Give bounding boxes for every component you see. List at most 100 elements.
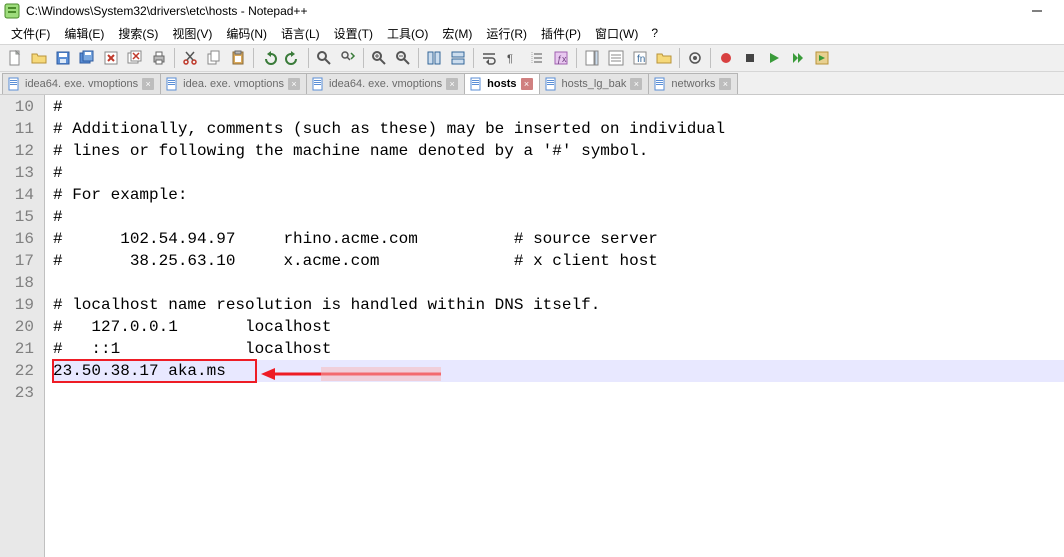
tab-close-icon[interactable]: × xyxy=(521,78,533,90)
toolbar-separator xyxy=(174,48,175,68)
copy-button[interactable] xyxy=(203,47,225,69)
code-line[interactable]: # For example: xyxy=(53,184,1064,206)
menu-macro[interactable]: 宏(M) xyxy=(435,25,479,42)
print-button[interactable] xyxy=(148,47,170,69)
menu-search[interactable]: 搜索(S) xyxy=(111,25,165,42)
file-tab[interactable]: hosts_lg_bak× xyxy=(539,73,650,94)
cut-button[interactable] xyxy=(179,47,201,69)
code-line[interactable]: # xyxy=(53,206,1064,228)
code-line[interactable] xyxy=(53,382,1064,404)
tabbar: idea64. exe. vmoptions×idea. exe. vmopti… xyxy=(0,72,1064,95)
monitor-button[interactable] xyxy=(684,47,706,69)
line-number: 13 xyxy=(0,162,34,184)
save-macro-button[interactable] xyxy=(811,47,833,69)
sync-h-button[interactable] xyxy=(447,47,469,69)
lang-user-button[interactable]: ƒx xyxy=(550,47,572,69)
code-line[interactable]: # Additionally, comments (such as these)… xyxy=(53,118,1064,140)
menu-run[interactable]: 运行(R) xyxy=(479,25,534,42)
all-chars-button[interactable]: ¶ xyxy=(502,47,524,69)
sync-v-button[interactable] xyxy=(423,47,445,69)
line-number: 14 xyxy=(0,184,34,206)
func-list-button[interactable]: fn xyxy=(629,47,651,69)
replace-button[interactable] xyxy=(337,47,359,69)
code-line[interactable]: # xyxy=(53,96,1064,118)
code-line[interactable]: # xyxy=(53,162,1064,184)
menubar: 文件(F) 编辑(E) 搜索(S) 视图(V) 编码(N) 语言(L) 设置(T… xyxy=(0,22,1064,44)
tab-label: idea64. exe. vmoptions xyxy=(25,78,138,90)
save-all-button[interactable] xyxy=(76,47,98,69)
line-number: 17 xyxy=(0,250,34,272)
open-file-button[interactable] xyxy=(28,47,50,69)
file-tab[interactable]: idea64. exe. vmoptions × xyxy=(2,73,161,94)
tab-close-icon[interactable]: × xyxy=(719,78,731,90)
code-line[interactable]: # localhost name resolution is handled w… xyxy=(53,294,1064,316)
tab-close-icon[interactable]: × xyxy=(630,78,642,90)
doc-map-button[interactable] xyxy=(581,47,603,69)
minimize-button[interactable] xyxy=(1014,0,1060,22)
file-tab[interactable]: idea64. exe. vmoptions× xyxy=(306,73,465,94)
tab-close-icon[interactable]: × xyxy=(288,78,300,90)
menu-help[interactable]: ? xyxy=(645,26,664,40)
doc-list-button[interactable] xyxy=(605,47,627,69)
menu-settings[interactable]: 设置(T) xyxy=(327,25,380,42)
zoom-out-button[interactable] xyxy=(392,47,414,69)
menu-encoding[interactable]: 编码(N) xyxy=(219,25,274,42)
code-line[interactable] xyxy=(53,272,1064,294)
line-number: 18 xyxy=(0,272,34,294)
app-icon xyxy=(4,3,20,19)
file-icon xyxy=(7,77,21,91)
indent-guide-button[interactable] xyxy=(526,47,548,69)
stop-macro-button[interactable] xyxy=(739,47,761,69)
code-line[interactable]: # ::1 localhost xyxy=(53,338,1064,360)
code-line[interactable]: 23.50.38.17 aka.ms xyxy=(53,360,1064,382)
line-number: 10 xyxy=(0,96,34,118)
code-line[interactable]: # 102.54.94.97 rhino.acme.com # source s… xyxy=(53,228,1064,250)
play-macro-button[interactable] xyxy=(763,47,785,69)
undo-button[interactable] xyxy=(258,47,280,69)
new-file-button[interactable] xyxy=(4,47,26,69)
titlebar: C:\Windows\System32\drivers\etc\hosts - … xyxy=(0,0,1064,22)
folder-button[interactable] xyxy=(653,47,675,69)
tab-label: hosts_lg_bak xyxy=(562,78,627,90)
code-line[interactable]: # lines or following the machine name de… xyxy=(53,140,1064,162)
menu-edit[interactable]: 编辑(E) xyxy=(57,25,111,42)
menu-language[interactable]: 语言(L) xyxy=(274,25,327,42)
play-multi-button[interactable] xyxy=(787,47,809,69)
code-line[interactable]: # 127.0.0.1 localhost xyxy=(53,316,1064,338)
close-all-button[interactable] xyxy=(124,47,146,69)
svg-text:¶: ¶ xyxy=(507,53,513,65)
toolbar-separator xyxy=(679,48,680,68)
line-number-gutter: 1011121314151617181920212223 xyxy=(0,95,45,557)
menu-tools[interactable]: 工具(O) xyxy=(380,25,435,42)
close-button[interactable] xyxy=(100,47,122,69)
tab-label: hosts xyxy=(487,78,516,90)
file-icon xyxy=(311,77,325,91)
file-tab[interactable]: idea. exe. vmoptions× xyxy=(160,73,307,94)
toolbar-separator xyxy=(253,48,254,68)
record-macro-button[interactable] xyxy=(715,47,737,69)
paste-button[interactable] xyxy=(227,47,249,69)
file-tab[interactable]: networks× xyxy=(648,73,738,94)
code-line[interactable]: # 38.25.63.10 x.acme.com # x client host xyxy=(53,250,1064,272)
line-number: 15 xyxy=(0,206,34,228)
file-tab[interactable]: hosts × xyxy=(464,73,539,94)
menu-file[interactable]: 文件(F) xyxy=(4,25,57,42)
code-content[interactable]: ## Additionally, comments (such as these… xyxy=(45,95,1064,557)
toolbar-separator xyxy=(363,48,364,68)
wordwrap-button[interactable] xyxy=(478,47,500,69)
toolbar-separator xyxy=(473,48,474,68)
find-button[interactable] xyxy=(313,47,335,69)
tab-close-icon[interactable]: × xyxy=(142,78,154,90)
line-number: 19 xyxy=(0,294,34,316)
zoom-in-button[interactable] xyxy=(368,47,390,69)
menu-window[interactable]: 窗口(W) xyxy=(588,25,645,42)
window-title: C:\Windows\System32\drivers\etc\hosts - … xyxy=(26,4,1014,18)
save-button[interactable] xyxy=(52,47,74,69)
redo-button[interactable] xyxy=(282,47,304,69)
editor-area[interactable]: 1011121314151617181920212223 ## Addition… xyxy=(0,95,1064,557)
file-icon xyxy=(544,77,558,91)
menu-view[interactable]: 视图(V) xyxy=(165,25,219,42)
file-icon xyxy=(653,77,667,91)
menu-plugins[interactable]: 插件(P) xyxy=(534,25,588,42)
tab-close-icon[interactable]: × xyxy=(446,78,458,90)
